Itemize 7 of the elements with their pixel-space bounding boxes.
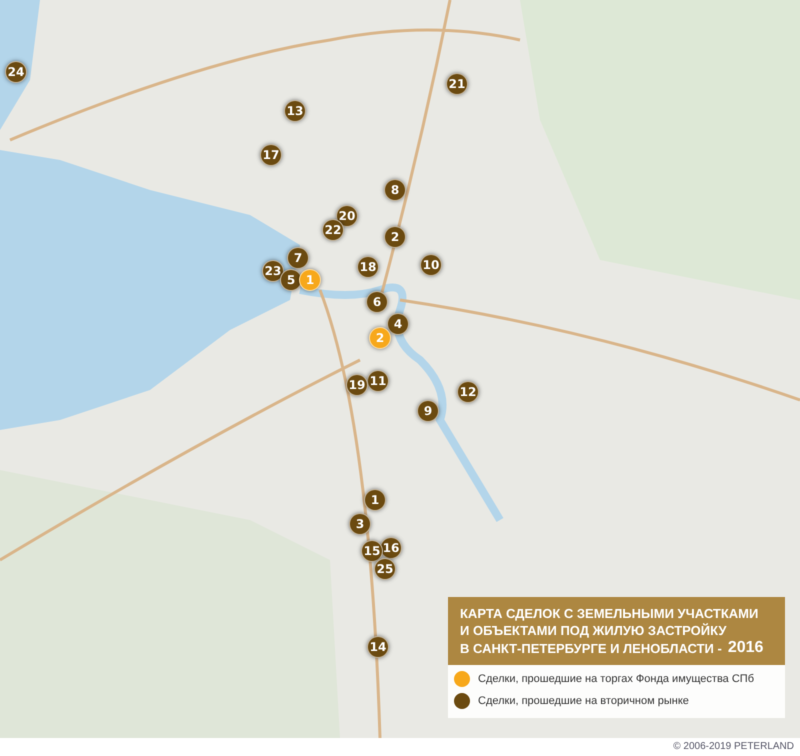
- legend-year: 2016: [728, 639, 764, 657]
- copyright-text: © 2006-2019 PETERLAND: [673, 740, 794, 754]
- legend-title-line: В САНКТ-ПЕТЕРБУРГЕ И ЛЕНОБЛАСТИ -: [460, 640, 722, 657]
- legend-title-line: КАРТА СДЕЛОК С ЗЕМЕЛЬНЫМИ УЧАСТКАМИ: [460, 606, 758, 621]
- legend-label: Сделки, прошедшие на вторичном рынке: [478, 694, 689, 709]
- legend-label: Сделки, прошедшие на торгах Фонда имущества СПб: [478, 672, 754, 687]
- legend-title-line: И ОБЪЕКТАМИ ПОД ЖИЛУЮ ЗАСТРОЙКУ: [460, 623, 726, 638]
